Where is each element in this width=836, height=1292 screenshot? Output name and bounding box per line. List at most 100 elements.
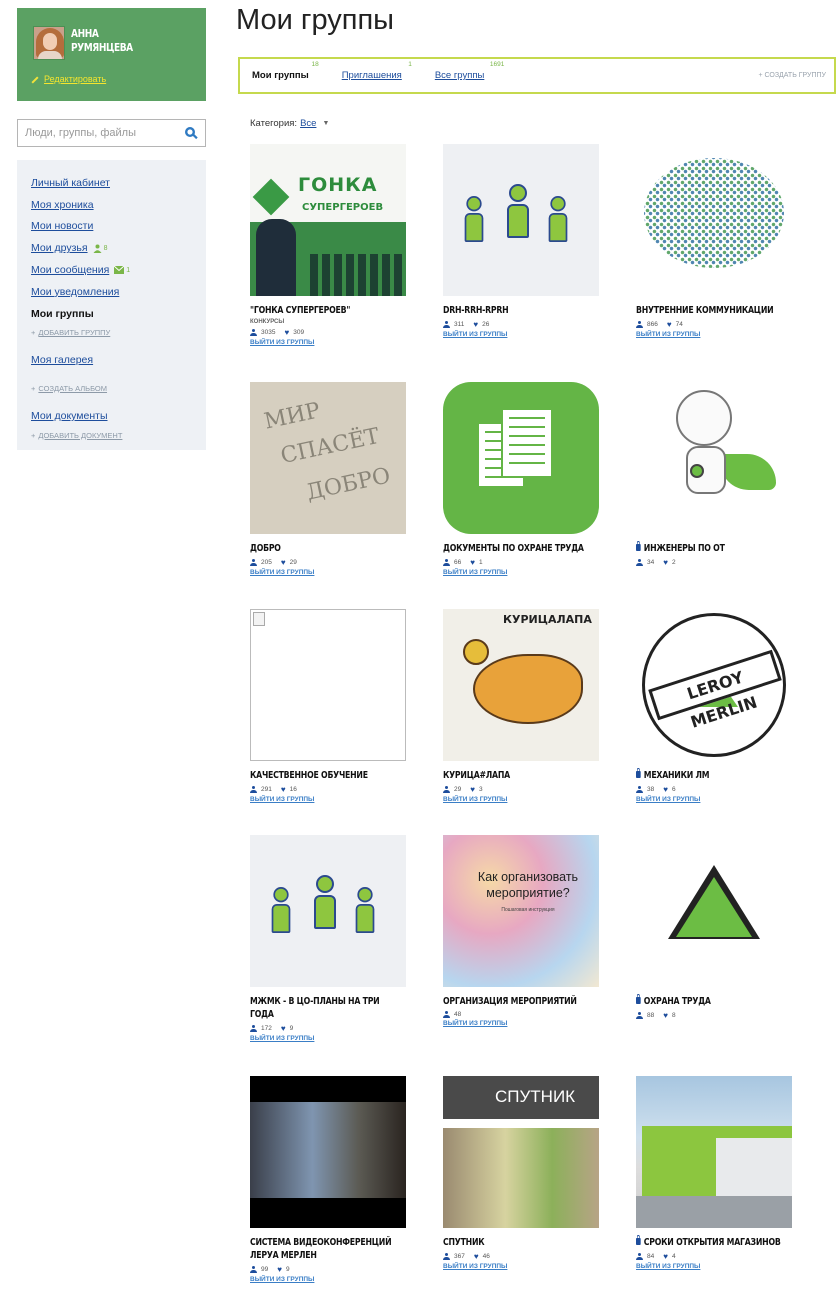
sidebar-item-gallery[interactable]: Моя галерея [31,350,206,372]
group-thumbnail[interactable]: МИР СПАСЁТ ДОБРО [250,382,406,534]
sidebar-item-news[interactable]: Мои новости [31,216,206,238]
group-thumbnail[interactable] [443,144,599,296]
sidebar-item-label[interactable]: Мои документы [31,410,108,422]
sidebar-item-label[interactable]: Личный кабинет [31,177,110,189]
group-title[interactable]: Внутренние коммуникации [636,304,774,317]
group-title[interactable]: Организация мероприятий [443,995,577,1008]
messages-badge[interactable]: 1 [114,266,130,275]
group-title[interactable]: МЖМК - в ЦО-планы на три года [250,995,398,1021]
leave-group-link[interactable]: выйти из группы [636,796,796,803]
group-thumbnail[interactable] [636,382,792,534]
sidebar-item-label[interactable]: Моя хроника [31,199,94,211]
group-title[interactable]: Документы по охране труда [443,542,584,555]
leave-group-link[interactable]: выйти из группы [443,1020,603,1027]
friends-badge[interactable]: 8 [93,244,107,253]
group-card[interactable]: МЖМК - в ЦО-планы на три года 172 ♥ 9 вый… [250,835,410,1042]
group-title[interactable]: DRH-RRH-RPRH [443,304,568,317]
sidebar-item-chronicle[interactable]: Моя хроника [31,194,206,216]
group-title[interactable]: Сроки открытия магазинов [636,1235,781,1249]
sidebar-item-friends[interactable]: Мои друзья 8 [31,237,206,259]
group-thumbnail[interactable]: КУРИЦАЛАПА [443,609,599,761]
group-card[interactable]: Охрана труда 88 ♥ 8 [636,835,796,1020]
group-thumbnail[interactable] [250,609,406,761]
group-thumbnail[interactable] [443,382,599,534]
add-document-link[interactable]: + добавить документ [31,427,206,443]
sidebar-item-groups[interactable]: Мои группы [31,303,206,325]
group-card[interactable]: Инженеры по ОТ 34 ♥ 2 [636,382,796,567]
group-title[interactable]: Инженеры по ОТ [636,541,761,555]
add-document-label[interactable]: добавить документ [38,431,122,440]
leave-group-link[interactable]: выйти из группы [250,796,410,803]
sidebar-item-label[interactable]: Мои друзья [31,242,88,254]
leave-group-link[interactable]: выйти из группы [250,1276,410,1283]
group-card[interactable]: Сроки открытия магазинов 84 ♥ 4 выйти из … [636,1076,796,1270]
group-thumbnail[interactable]: ГОНКА СУПЕРГЕРОЕВ [250,144,406,296]
group-card[interactable]: Система видеоконференций Леруа Мерлен 99… [250,1076,410,1283]
sidebar-item-messages[interactable]: Мои сообщения 1 [31,259,206,281]
profile-name[interactable]: АННА РУМЯНЦЕВА [71,27,133,55]
group-card[interactable]: КУРИЦАЛАПА Курица#лапа 29 ♥ 3 выйти из гр… [443,609,603,803]
leave-group-link[interactable]: выйти из группы [636,1263,796,1270]
group-thumbnail[interactable] [250,835,406,987]
group-title[interactable]: Добро [250,542,375,555]
edit-profile-link[interactable]: Редактировать [44,74,106,84]
search-input[interactable] [25,127,175,139]
group-card[interactable]: Как организовать мероприятие? Пошаговая … [443,835,603,1027]
group-thumbnail[interactable]: Как организовать мероприятие? Пошаговая … [443,835,599,987]
group-card[interactable]: DRH-RRH-RPRH 311 ♥ 26 выйти из группы [443,144,603,338]
leave-group-link[interactable]: выйти из группы [443,1263,603,1270]
group-title[interactable]: "Гонка супергероев" [250,304,375,317]
avatar[interactable] [33,26,65,60]
group-card[interactable]: Внутренние коммуникации 866 ♥ 74 выйти из… [636,144,796,338]
sidebar-item-label[interactable]: Мои сообщения [31,264,109,276]
group-title[interactable]: Курица#лапа [443,769,568,782]
sidebar-item-label[interactable]: Мои уведомления [31,286,119,298]
group-title[interactable]: Охрана труда [636,994,761,1008]
group-card[interactable]: Документы по охране труда 66 ♥ 1 выйти из… [443,382,603,576]
tab-my-groups[interactable]: Мои группы 18 [252,61,319,81]
group-thumbnail[interactable]: LEROY MERLIN [636,609,792,761]
leave-group-link[interactable]: выйти из группы [443,331,603,338]
sidebar-item-label[interactable]: Мои новости [31,220,93,232]
tab-label[interactable]: Приглашения [342,70,402,81]
profile-edit[interactable]: Редактировать [31,74,106,84]
group-title[interactable]: Система видеоконференций Леруа Мерлен [250,1236,398,1262]
leave-group-link[interactable]: выйти из группы [250,339,410,346]
create-group-button[interactable]: + создать группу [758,72,826,79]
leave-group-link[interactable]: выйти из группы [443,569,603,576]
chevron-down-icon[interactable]: ▼ [322,120,329,127]
leave-group-link[interactable]: выйти из группы [250,569,410,576]
leave-group-link[interactable]: выйти из группы [250,1035,410,1042]
group-thumbnail[interactable]: СПУТНИК [443,1076,599,1228]
sidebar-item-cabinet[interactable]: Личный кабинет [31,172,206,194]
sidebar-item-documents[interactable]: Мои документы [31,405,206,427]
category-select[interactable]: Все [300,118,316,129]
thumb-text: ГОНКА [298,174,378,196]
leave-group-link[interactable]: выйти из группы [636,331,796,338]
group-title[interactable]: Качественное обучение [250,769,375,782]
group-card[interactable]: Качественное обучение 291 ♥ 16 выйти из г… [250,609,410,803]
search-icon[interactable] [184,126,198,140]
create-album-label[interactable]: создать альбом [38,384,107,393]
group-card[interactable]: LEROY MERLIN Механики ЛМ 38 ♥ 6 выйти из … [636,609,796,803]
group-title[interactable]: Спутник [443,1236,568,1249]
group-title[interactable]: Механики ЛМ [636,768,761,782]
group-card[interactable]: ГОНКА СУПЕРГЕРОЕВ "Гонка супергероев" ко… [250,144,410,346]
add-group-label[interactable]: добавить группу [38,328,110,337]
create-album-link[interactable]: + создать альбом [31,380,206,396]
group-thumbnail[interactable] [636,835,792,987]
leave-group-link[interactable]: выйти из группы [443,796,603,803]
group-card[interactable]: МИР СПАСЁТ ДОБРО Добро 205 ♥ 29 выйти из … [250,382,410,576]
sidebar-item-notifications[interactable]: Мои уведомления [31,281,206,303]
tab-invitations[interactable]: Приглашения 1 [342,61,412,81]
add-group-link[interactable]: + добавить группу [31,325,206,341]
tab-label[interactable]: Все группы [435,70,485,81]
group-thumbnail[interactable] [636,1076,792,1228]
tab-all-groups[interactable]: Все группы 1691 [435,61,505,81]
group-card[interactable]: СПУТНИК Спутник 367 ♥ 46 выйти из группы [443,1076,603,1270]
group-thumbnail[interactable] [636,144,792,296]
group-thumbnail[interactable] [250,1076,406,1228]
sidebar-item-label[interactable]: Моя галерея [31,354,93,366]
group-title-text: Инженеры по ОТ [643,543,725,554]
heart-icon: ♥ [470,558,475,567]
